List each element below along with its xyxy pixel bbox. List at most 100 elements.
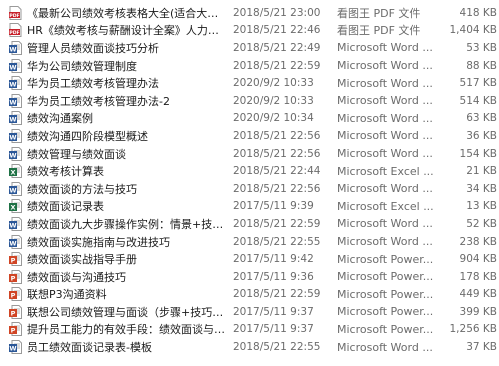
file-name: 联想P3沟通资料 bbox=[27, 288, 107, 302]
svg-text:X: X bbox=[10, 204, 15, 212]
file-type: Microsoft Word ... bbox=[337, 59, 433, 73]
file-name: 绩效面谈记录表 bbox=[27, 200, 104, 214]
file-type: Microsoft Word ... bbox=[337, 147, 433, 161]
file-name: 绩效沟通案例 bbox=[27, 112, 93, 126]
word-icon: W bbox=[9, 76, 22, 91]
svg-text:PDF: PDF bbox=[9, 13, 19, 19]
file-date-modified: 2018/5/21 22:55 bbox=[233, 341, 321, 354]
file-date-modified: 2017/5/11 9:39 bbox=[233, 200, 314, 213]
file-row[interactable]: PDF 《最新公司绩效考核表格大全(适合大小... 2018/5/21 23:00 看… bbox=[0, 4, 499, 22]
word-icon: W bbox=[9, 234, 22, 249]
file-name: 《最新公司绩效考核表格大全(适合大小... bbox=[27, 6, 225, 20]
file-name: 绩效面谈九大步骤操作实例：情景+技巧... bbox=[27, 217, 225, 231]
file-size: 178 KB bbox=[459, 270, 497, 283]
file-date-modified: 2018/5/21 22:59 bbox=[233, 217, 321, 230]
file-date-modified: 2017/5/11 9:36 bbox=[233, 270, 314, 283]
file-row[interactable]: W 绩效面谈九大步骤操作实例：情景+技巧... 2018/5/21 22:59 Mic… bbox=[0, 215, 499, 233]
file-row[interactable]: W 绩效面谈实施指南与改进技巧 2018/5/21 22:55 Microsoft W… bbox=[0, 233, 499, 251]
file-date-modified: 2018/5/21 23:00 bbox=[233, 6, 321, 19]
file-type: Microsoft Power... bbox=[337, 252, 434, 266]
svg-text:W: W bbox=[9, 134, 16, 142]
file-date-modified: 2020/9/2 10:34 bbox=[233, 112, 314, 125]
file-date-modified: 2018/5/21 22:59 bbox=[233, 59, 321, 72]
svg-text:P: P bbox=[11, 274, 16, 282]
pdf-icon: PDF bbox=[9, 5, 22, 20]
svg-text:W: W bbox=[9, 46, 16, 54]
file-size: 1,404 KB bbox=[449, 24, 498, 37]
file-name: 提升员工能力的有效手段：绩效面谈与改... bbox=[27, 323, 225, 337]
file-row[interactable]: W 管理人员绩效面谈技巧分析 2018/5/21 22:49 Microsoft Wo… bbox=[0, 39, 499, 57]
file-name: 管理人员绩效面谈技巧分析 bbox=[27, 41, 159, 55]
file-date-modified: 2020/9/2 10:33 bbox=[233, 77, 314, 90]
ppt-icon: P bbox=[9, 304, 22, 319]
svg-text:P: P bbox=[11, 257, 16, 265]
file-name: 绩效面谈的方法与技巧 bbox=[27, 182, 137, 196]
file-type: Microsoft Word ... bbox=[337, 340, 433, 354]
file-size: 418 KB bbox=[459, 6, 497, 19]
file-row[interactable]: X 绩效考核计算表 2018/5/21 22:44 Microsoft Excel .… bbox=[0, 162, 499, 180]
file-size: 36 KB bbox=[466, 129, 497, 142]
file-size: 63 KB bbox=[466, 112, 497, 125]
file-type: Microsoft Word ... bbox=[337, 129, 433, 143]
file-type: Microsoft Word ... bbox=[337, 41, 433, 55]
svg-text:X: X bbox=[10, 169, 15, 177]
file-row[interactable]: W 华为公司绩效管理制度 2018/5/21 22:59 Microsoft Word… bbox=[0, 57, 499, 75]
file-name: 联想公司绩效管理与面谈（步骤+技巧+... bbox=[27, 305, 225, 319]
file-size: 1,256 KB bbox=[449, 323, 498, 336]
file-type: Microsoft Excel ... bbox=[337, 199, 434, 213]
file-row[interactable]: W 绩效面谈的方法与技巧 2018/5/21 22:56 Microsoft Word… bbox=[0, 180, 499, 198]
word-icon: W bbox=[9, 181, 22, 196]
file-date-modified: 2017/5/11 9:37 bbox=[233, 305, 314, 318]
file-row[interactable]: P 联想P3沟通资料 2018/5/21 22:59 Microsoft Power.… bbox=[0, 286, 499, 304]
file-row[interactable]: W 绩效管理与绩效面谈 2018/5/21 22:56 Microsoft Word … bbox=[0, 145, 499, 163]
file-size: 13 KB bbox=[466, 200, 497, 213]
file-row[interactable]: P 联想公司绩效管理与面谈（步骤+技巧+... 2017/5/11 9:37 Micr… bbox=[0, 303, 499, 321]
file-size: 514 KB bbox=[459, 94, 497, 107]
file-row[interactable]: P 绩效面谈实战指导手册 2017/5/11 9:42 Microsoft Power… bbox=[0, 250, 499, 268]
file-name: 绩效面谈实施指南与改进技巧 bbox=[27, 235, 170, 249]
file-name: 华为公司绩效管理制度 bbox=[27, 59, 137, 73]
file-size: 154 KB bbox=[459, 147, 497, 160]
file-row[interactable]: P 提升员工能力的有效手段：绩效面谈与改... 2017/5/11 9:37 Micr… bbox=[0, 321, 499, 339]
file-type: Microsoft Power... bbox=[337, 305, 434, 319]
file-name: 绩效面谈与沟通技巧 bbox=[27, 270, 126, 284]
file-row[interactable]: X 绩效面谈记录表 2017/5/11 9:39 Microsoft Excel ..… bbox=[0, 198, 499, 216]
file-date-modified: 2018/5/21 22:56 bbox=[233, 129, 321, 142]
svg-text:W: W bbox=[9, 222, 16, 230]
file-size: 53 KB bbox=[466, 41, 497, 54]
file-type: 看图王 PDF 文件 bbox=[337, 24, 421, 38]
file-row[interactable]: W 华为员工绩效考核管理办法-2 2020/9/2 10:33 Microsoft W… bbox=[0, 92, 499, 110]
file-size: 37 KB bbox=[466, 341, 497, 354]
svg-text:W: W bbox=[9, 81, 16, 89]
svg-text:P: P bbox=[11, 292, 16, 300]
file-type: Microsoft Word ... bbox=[337, 111, 433, 125]
file-date-modified: 2018/5/21 22:44 bbox=[233, 165, 321, 178]
file-type: Microsoft Word ... bbox=[337, 76, 433, 90]
svg-text:W: W bbox=[9, 98, 16, 106]
file-date-modified: 2018/5/21 22:56 bbox=[233, 147, 321, 160]
ppt-icon: P bbox=[9, 287, 22, 302]
word-icon: W bbox=[9, 340, 22, 355]
file-date-modified: 2018/5/21 22:59 bbox=[233, 288, 321, 301]
file-row[interactable]: W 绩效沟通案例 2020/9/2 10:34 Microsoft Word ... 6… bbox=[0, 110, 499, 128]
file-row[interactable]: W 华为员工绩效考核管理办法 2020/9/2 10:33 Microsoft Wor… bbox=[0, 74, 499, 92]
file-row[interactable]: W 员工绩效面谈记录表-模板 2018/5/21 22:55 Microsoft Wo… bbox=[0, 338, 499, 356]
file-row[interactable]: PDF HR《绩效考核与薪酬设计全案》人力资... 2018/5/21 22:46 看… bbox=[0, 22, 499, 40]
svg-text:P: P bbox=[11, 309, 16, 317]
file-row[interactable]: P 绩效面谈与沟通技巧 2017/5/11 9:36 Microsoft Power.… bbox=[0, 268, 499, 286]
file-type: Microsoft Word ... bbox=[337, 182, 433, 196]
file-size: 21 KB bbox=[466, 165, 497, 178]
pdf-icon: PDF bbox=[9, 23, 22, 38]
file-name: HR《绩效考核与薪酬设计全案》人力资... bbox=[27, 24, 225, 38]
svg-text:W: W bbox=[9, 63, 16, 71]
file-name: 华为员工绩效考核管理办法-2 bbox=[27, 94, 170, 108]
file-name: 员工绩效面谈记录表-模板 bbox=[27, 341, 152, 355]
file-date-modified: 2018/5/21 22:55 bbox=[233, 235, 321, 248]
file-row[interactable]: W 绩效沟通四阶段模型概述 2018/5/21 22:56 Microsoft Wor… bbox=[0, 127, 499, 145]
file-size: 904 KB bbox=[459, 253, 497, 266]
word-icon: W bbox=[9, 128, 22, 143]
svg-text:W: W bbox=[9, 151, 16, 159]
file-type: Microsoft Power... bbox=[337, 270, 434, 284]
file-date-modified: 2020/9/2 10:33 bbox=[233, 94, 314, 107]
file-size: 238 KB bbox=[459, 235, 497, 248]
